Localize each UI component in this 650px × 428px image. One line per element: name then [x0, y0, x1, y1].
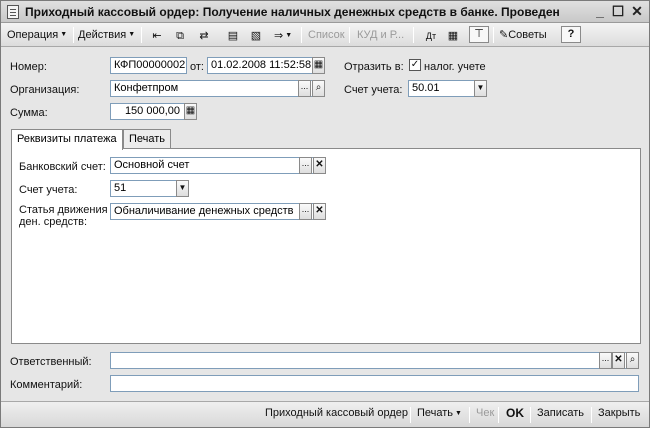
- calendar-icon[interactable]: ▦: [312, 57, 325, 74]
- unpost-document-icon[interactable]: ▧: [246, 26, 266, 44]
- dt-kt-icon[interactable]: Дт: [421, 26, 441, 44]
- toolbar: Операция ▼ Действия ▼ ⇤ ⧉ ⇄ ▤ ▧ ⇒ ▼ Список …: [1, 23, 649, 47]
- responsible-label: Ответственный:: [10, 356, 92, 368]
- tab-payment-details[interactable]: Реквизиты платежа: [11, 129, 123, 150]
- select-cash-flow-button[interactable]: ...: [299, 203, 312, 220]
- copy-icon[interactable]: ⧉: [170, 26, 190, 44]
- organization-field[interactable]: Конфетпром ... ⌕: [110, 80, 325, 97]
- payment-details-panel: Банковский счет: Основной счет ... ✕ Сче…: [11, 148, 641, 344]
- payment-account-select[interactable]: 51 ▼: [110, 180, 189, 197]
- window-title: Приходный кассовый ордер: Получение нали…: [25, 5, 560, 19]
- tax-accounting-checkbox[interactable]: ✓: [409, 59, 421, 71]
- calculator-icon[interactable]: ▦: [184, 103, 197, 120]
- paste-icon[interactable]: ⇄: [194, 26, 214, 44]
- select-organization-button[interactable]: ...: [298, 80, 311, 97]
- date-field[interactable]: 01.02.2008 11:52:58 ▦: [207, 57, 325, 74]
- clear-icon[interactable]: ✕: [313, 203, 326, 220]
- based-on-icon[interactable]: ⇒ ▼: [273, 26, 293, 44]
- cash-account-label: Счет учета:: [344, 84, 403, 96]
- print-menu[interactable]: Печать ▼: [417, 407, 462, 419]
- tips-icon: ✎: [499, 29, 509, 41]
- bank-account-label: Банковский счет:: [19, 161, 106, 173]
- list-button[interactable]: Список: [308, 26, 345, 44]
- title-bar[interactable]: Приходный кассовый ордер: Получение нали…: [1, 1, 649, 23]
- cash-account-select[interactable]: 50.01 ▼: [408, 80, 487, 97]
- clear-icon[interactable]: ✕: [313, 157, 326, 174]
- reflect-label: Отразить в:: [344, 61, 404, 73]
- chevron-down-icon[interactable]: ▼: [474, 80, 487, 97]
- tab-container: Реквизиты платежа Печать Банковский счет…: [11, 129, 641, 344]
- close-window-button[interactable]: ✕: [628, 3, 646, 20]
- kudir-button[interactable]: КУД и Р...: [357, 26, 404, 44]
- arrow-left-icon[interactable]: ⇤: [147, 26, 167, 44]
- comment-field[interactable]: [110, 375, 639, 392]
- document-icon: [7, 5, 19, 19]
- tax-accounting-label: налог. учете: [424, 61, 486, 73]
- chevron-down-icon[interactable]: ▼: [176, 180, 189, 197]
- payment-account-label: Счет учета:: [19, 184, 78, 196]
- clear-icon[interactable]: ✕: [612, 352, 625, 369]
- tab-print[interactable]: Печать: [123, 129, 172, 149]
- cash-flow-field[interactable]: Обналичивание денежных средств ... ✕: [110, 203, 326, 220]
- help-button[interactable]: ?: [561, 26, 581, 43]
- number-label: Номер:: [10, 61, 47, 73]
- number-field[interactable]: КФП00000002: [110, 57, 187, 74]
- operation-menu[interactable]: Операция ▼: [7, 26, 67, 44]
- select-bank-account-button[interactable]: ...: [299, 157, 312, 174]
- actions-menu[interactable]: Действия ▼: [78, 26, 135, 44]
- command-bar: Приходный кассовый ордер Печать ▼ Чек OK …: [1, 401, 649, 427]
- organization-label: Организация:: [10, 84, 80, 96]
- sum-label: Сумма:: [10, 107, 48, 119]
- ok-button[interactable]: OK: [506, 406, 524, 420]
- structure-icon[interactable]: ⊤: [469, 26, 489, 43]
- check-button[interactable]: Чек: [476, 407, 494, 419]
- responsible-field[interactable]: ... ✕ ⌕: [110, 352, 639, 369]
- search-icon[interactable]: ⌕: [626, 352, 639, 369]
- print-form-button[interactable]: Приходный кассовый ордер: [265, 407, 408, 419]
- close-button[interactable]: Закрыть: [598, 407, 640, 419]
- report-icon[interactable]: ▦: [443, 26, 463, 44]
- sum-field[interactable]: 150 000,00 ▦: [110, 103, 197, 120]
- bank-account-field[interactable]: Основной счет ... ✕: [110, 157, 326, 174]
- document-window: Приходный кассовый ордер: Получение нали…: [0, 0, 650, 428]
- save-button[interactable]: Записать: [537, 407, 584, 419]
- date-label: от:: [190, 61, 204, 73]
- minimize-button[interactable]: _: [591, 3, 609, 20]
- maximize-button[interactable]: ☐: [609, 3, 627, 20]
- comment-label: Комментарий:: [10, 379, 83, 391]
- tips-button[interactable]: ✎Советы: [499, 26, 547, 44]
- search-icon[interactable]: ⌕: [312, 80, 325, 97]
- cash-flow-label-1: Статья движения: [19, 204, 108, 216]
- select-responsible-button[interactable]: ...: [599, 352, 612, 369]
- cash-flow-label-2: ден. средств:: [19, 216, 88, 228]
- post-document-icon[interactable]: ▤: [223, 26, 243, 44]
